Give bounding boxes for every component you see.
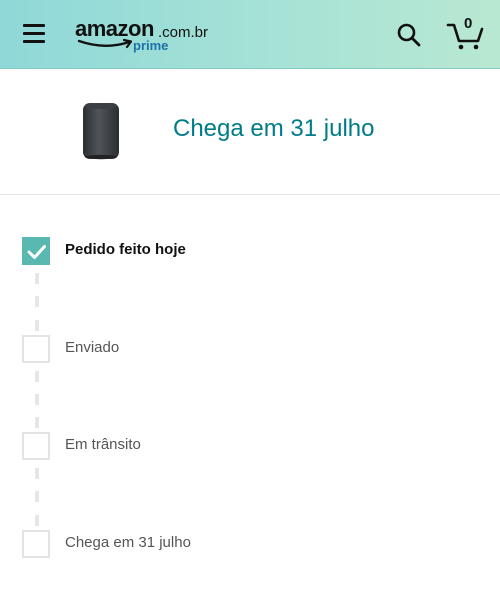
tracker-connector — [35, 320, 39, 331]
step-label-ordered: Pedido feito hoje — [65, 241, 186, 258]
echo-speaker-image[interactable] — [82, 102, 120, 160]
cart-button[interactable]: 0 — [446, 15, 486, 51]
app-header: amazon .com.br prime 0 — [0, 0, 500, 69]
step-label-in-transit: Em trânsito — [65, 436, 141, 453]
step-checkbox-ordered — [22, 237, 50, 265]
cart-count-badge: 0 — [464, 15, 473, 32]
tracker-connector — [35, 417, 39, 428]
tracker-connector — [35, 491, 39, 502]
hamburger-menu-icon[interactable] — [23, 24, 45, 43]
step-checkbox-delivery — [22, 530, 50, 558]
tracker-connector — [35, 296, 39, 307]
step-checkbox-in-transit — [22, 432, 50, 460]
check-icon — [27, 245, 46, 259]
step-checkbox-shipped — [22, 335, 50, 363]
tracker-connector — [35, 394, 39, 405]
tracker-connector — [35, 371, 39, 382]
search-icon[interactable] — [396, 22, 422, 48]
shipment-tracker: Pedido feito hoje Enviado Em trânsito Ch… — [0, 195, 500, 595]
tracker-connector — [35, 273, 39, 284]
tracker-connector — [35, 468, 39, 479]
tracker-connector — [35, 515, 39, 526]
step-label-delivery: Chega em 31 julho — [65, 534, 191, 551]
step-label-shipped: Enviado — [65, 339, 120, 356]
amazon-prime-logo[interactable]: amazon .com.br prime — [75, 16, 215, 56]
logo-prime-text: prime — [133, 38, 169, 53]
product-summary: Chega em 31 julho — [0, 69, 500, 195]
arrival-date-heading: Chega em 31 julho — [173, 115, 375, 142]
amazon-smile-icon — [77, 38, 133, 49]
